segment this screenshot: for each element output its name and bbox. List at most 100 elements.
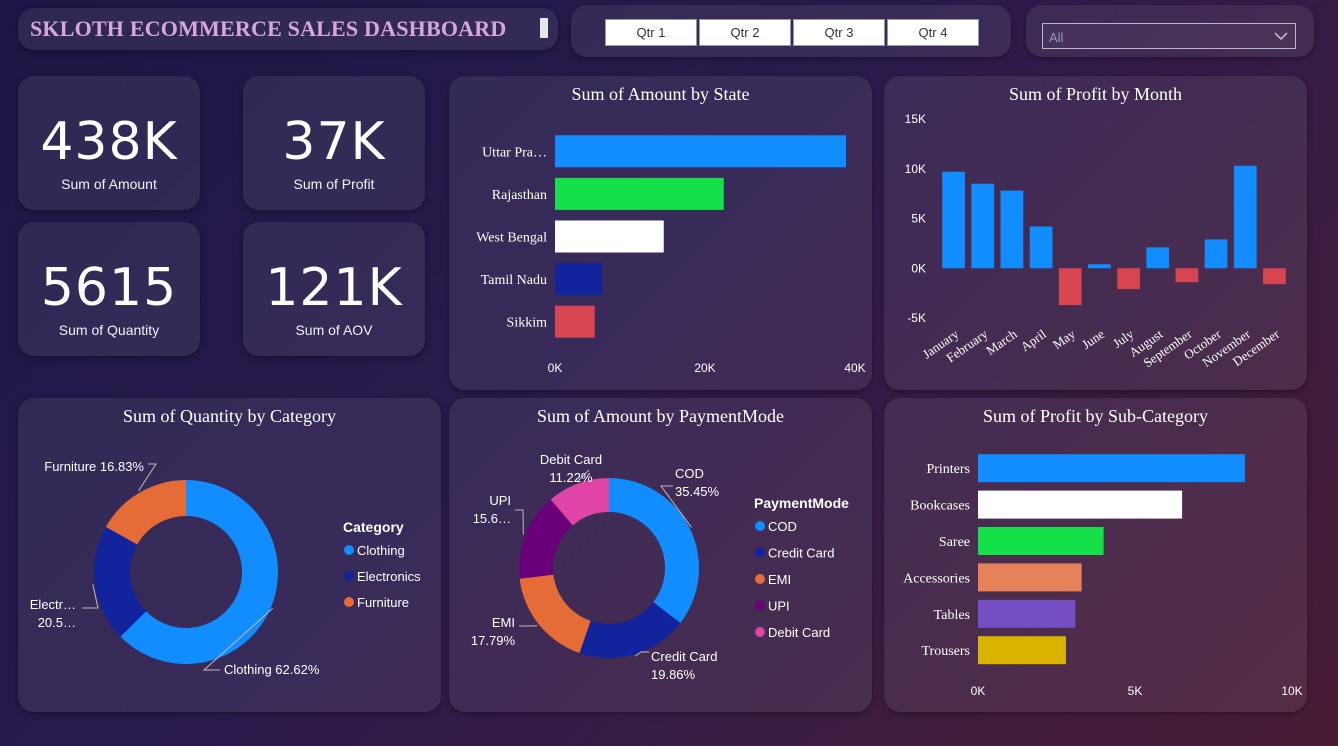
legend-marker (755, 627, 765, 637)
legend-marker (755, 574, 765, 584)
paymentmode-donut-chart: COD 35.45% Credit Card 19.86% EMI 17.79% UPI 15… (471, 452, 849, 682)
legend-marker (344, 597, 354, 607)
category-label: Rajasthan (492, 188, 547, 203)
filter-value: All (1049, 30, 1064, 45)
subcategory-bar-chart: Printers Bookcases Saree Accessories Tables T… (903, 454, 1303, 698)
legend-marker (755, 547, 765, 558)
month-bar-chart: -5K0K5K10K15KJanuaryFebruaryMarchApril Ma… (905, 112, 1286, 370)
y-tick-label: -5K (907, 311, 926, 325)
legend-marker (344, 571, 354, 581)
qtr-4-button[interactable]: Qtr 4 (887, 19, 979, 46)
legend-item-cod: COD (768, 519, 797, 534)
qtr-1-button[interactable]: Qtr 1 (605, 19, 697, 46)
dashboard: SKLOTH ECOMMERCE SALES DASHBOARD Qtr 1 Q… (4, 0, 1334, 746)
legend-item-upi: UPI (768, 599, 790, 614)
kpi-profit-label: Sum of Profit (293, 176, 375, 192)
bar-bookcases (978, 490, 1183, 519)
bar-printers (978, 454, 1245, 483)
leader-line (515, 509, 524, 535)
qtr-3-button[interactable]: Qtr 3 (793, 19, 885, 46)
x-tick-label: March (983, 326, 1020, 358)
quarter-slicer: Qtr 1 Qtr 2 Qtr 3 Qtr 4 (571, 5, 1011, 57)
bar-july (1117, 268, 1140, 290)
category-label: Tamil Nadu (481, 273, 547, 288)
qtr-2-button[interactable]: Qtr 2 (699, 19, 791, 46)
category-label: Trousers (922, 644, 971, 659)
slice-data-label: 11.22% (549, 470, 593, 485)
dashboard-title: SKLOTH ECOMMERCE SALES DASHBOARD (30, 16, 507, 41)
kpi-quantity-label: Sum of Quantity (58, 322, 160, 338)
slice-data-label: EMI (492, 615, 515, 630)
legend-marker (344, 545, 354, 555)
slice-data-label: 20.5… (38, 615, 76, 630)
bar-june (1088, 264, 1111, 269)
x-tick-label: 40K (844, 361, 865, 375)
bar-tables (978, 599, 1076, 628)
title-panel: SKLOTH ECOMMERCE SALES DASHBOARD (18, 8, 558, 50)
chart-profit-by-month: Sum of Profit by Month -5K 0K 5K 10K 15K Janu… (884, 76, 1307, 390)
kpi-profit-value: 37K (282, 112, 386, 172)
category-label: West Bengal (476, 231, 547, 246)
category-label: Tables (934, 608, 970, 623)
slice-data-label: 35.45% (675, 484, 720, 499)
legend-item-electronics: Electronics (357, 569, 421, 584)
bar-saree (978, 527, 1104, 555)
bar-accessories (978, 563, 1082, 592)
kpi-card-aov: 121K Sum of AOV (243, 222, 425, 356)
slice-data-label: Debit Card (540, 452, 602, 467)
slice-data-label: Furniture 16.83% (44, 459, 144, 474)
bar-december (1263, 268, 1286, 285)
category-label: Accessories (903, 571, 970, 586)
legend-item-furniture: Furniture (357, 595, 409, 610)
category-label: Printers (926, 462, 970, 477)
kpi-card-amount: 438K Sum of Amount (18, 76, 200, 210)
legend-item-credit-card: Credit Card (768, 546, 834, 561)
category-label: Saree (939, 535, 970, 550)
bar-october (1204, 239, 1228, 269)
kpi-aov-value: 121K (265, 258, 403, 318)
slice-data-label: COD (675, 466, 704, 481)
x-tick-label: 0K (548, 361, 563, 375)
x-tick-label: May (1050, 326, 1079, 352)
chart-amount-by-paymentmode: Sum of Amount by PaymentMode COD 35.45% Cr… (449, 398, 872, 712)
title-marker (540, 18, 548, 38)
category-label: Sikkim (507, 316, 548, 331)
category-donut-chart: Clothing 62.62% Electr… 20.5… Furniture 16.… (30, 459, 421, 677)
y-tick-label: 5K (911, 212, 926, 226)
y-tick-label: 10K (905, 162, 926, 176)
slice-emi (519, 574, 591, 654)
legend-item-emi: EMI (768, 572, 791, 587)
slice-data-label: Credit Card (651, 649, 717, 664)
legend-title: PaymentMode (754, 495, 849, 511)
legend-marker (755, 521, 765, 531)
x-tick-label: 10K (1281, 684, 1302, 698)
slice-data-label: Clothing 62.62% (224, 662, 320, 677)
bar-west-bengal (555, 220, 664, 253)
legend-item-clothing: Clothing (357, 543, 405, 558)
bar-january (942, 171, 965, 269)
x-tick-label: 0K (971, 684, 986, 698)
bar-tamil-nadu (555, 263, 603, 296)
bar-sikkim (555, 305, 595, 338)
kpi-card-profit: 37K Sum of Profit (243, 76, 425, 210)
legend-title: Category (343, 519, 404, 535)
kpi-amount-value: 438K (40, 112, 178, 172)
slice-data-label: 15.6… (473, 511, 511, 526)
kpi-aov-label: Sum of AOV (295, 322, 373, 338)
bar-march (1000, 190, 1024, 269)
slice-data-label: UPI (489, 493, 511, 508)
slice-data-label: Electr… (30, 597, 76, 612)
bar-april (1029, 226, 1053, 269)
legend-item-debit-card: Debit Card (768, 625, 830, 640)
x-tick-label: 5K (1128, 684, 1143, 698)
filter-dropdown[interactable]: All (1042, 23, 1296, 49)
state-bar-chart: Uttar Pra… Rajasthan West Bengal Tamil Nadu… (476, 135, 866, 375)
y-tick-label: 15K (905, 112, 926, 126)
slice-data-label: 17.79% (471, 633, 516, 648)
bar-november (1233, 165, 1257, 269)
bar-rajasthan (555, 177, 724, 210)
kpi-amount-label: Sum of Amount (61, 176, 157, 192)
x-tick-label: 20K (694, 361, 715, 375)
x-tick-label: April (1018, 326, 1049, 354)
bar-february (971, 183, 995, 269)
